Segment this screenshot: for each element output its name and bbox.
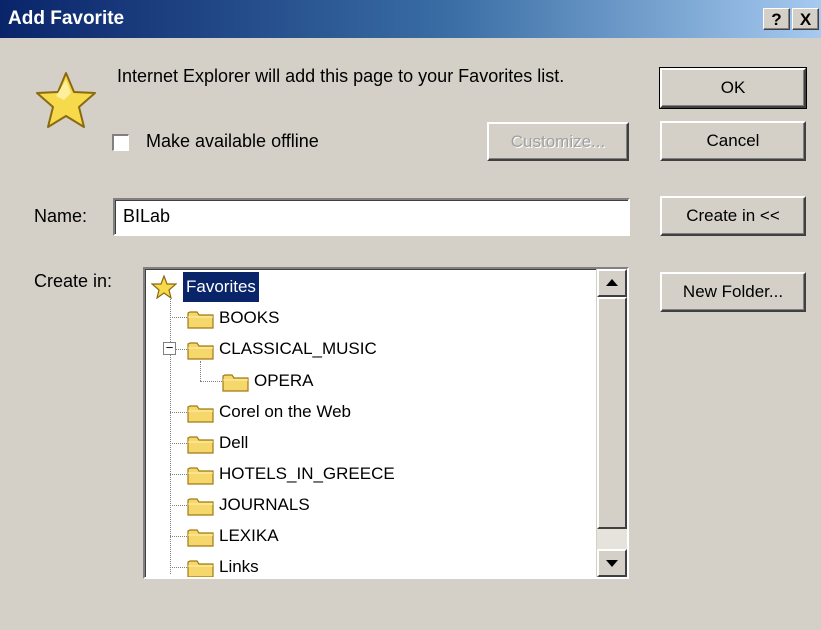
folder-icon: [187, 340, 215, 360]
window-title: Add Favorite: [8, 8, 125, 29]
create-in-button[interactable]: Create in <<: [660, 196, 806, 236]
name-label: Name:: [34, 206, 88, 226]
star-icon: [36, 72, 96, 128]
offline-checkbox[interactable]: [112, 134, 129, 151]
scroll-up-button[interactable]: [597, 269, 627, 297]
up-arrow-icon: [606, 279, 618, 286]
tree-item-label: Dell: [219, 433, 249, 452]
cancel-button[interactable]: Cancel: [660, 121, 806, 161]
info-message: Internet Explorer will add this page to …: [117, 66, 565, 86]
vertical-scrollbar[interactable]: [596, 269, 627, 577]
title-bar[interactable]: Add Favorite ? X: [0, 0, 821, 38]
help-button[interactable]: ?: [763, 8, 790, 30]
folder-icon: [187, 309, 215, 329]
down-arrow-icon: [606, 560, 618, 567]
scroll-down-button[interactable]: [597, 549, 627, 577]
minus-icon: −: [165, 340, 174, 355]
ok-button[interactable]: OK: [659, 67, 807, 109]
offline-label[interactable]: Make available offline: [146, 131, 319, 152]
new-folder-button[interactable]: New Folder...: [660, 272, 806, 312]
tree-item-label: Links: [219, 557, 259, 576]
folder-tree[interactable]: Favorites BOOKS − CLASSICAL_MUSIC OPERA …: [143, 267, 629, 579]
folder-icon: [187, 527, 215, 547]
tree-item-label: CLASSICAL_MUSIC: [219, 339, 377, 358]
tree-item-label: BOOKS: [219, 308, 280, 327]
folder-icon: [187, 558, 215, 578]
tree-root-label: Favorites: [183, 272, 259, 302]
folder-icon: [222, 372, 250, 392]
folder-icon: [187, 434, 215, 454]
folder-icon: [187, 403, 215, 423]
folder-icon: [187, 465, 215, 485]
close-button[interactable]: X: [792, 8, 819, 30]
collapse-toggle[interactable]: −: [163, 340, 176, 355]
tree-item-label: OPERA: [254, 371, 314, 390]
create-in-label: Create in:: [34, 271, 113, 291]
tree-item-label: JOURNALS: [219, 495, 310, 514]
star-icon: [151, 275, 177, 299]
name-input[interactable]: BILab: [113, 198, 630, 236]
customize-button: Customize...: [487, 122, 629, 161]
scroll-thumb[interactable]: [597, 297, 627, 529]
folder-icon: [187, 496, 215, 516]
tree-item-label: LEXIKA: [219, 526, 279, 545]
tree-item-label: HOTELS_IN_GREECE: [219, 464, 395, 483]
tree-item-label: Corel on the Web: [219, 402, 351, 421]
